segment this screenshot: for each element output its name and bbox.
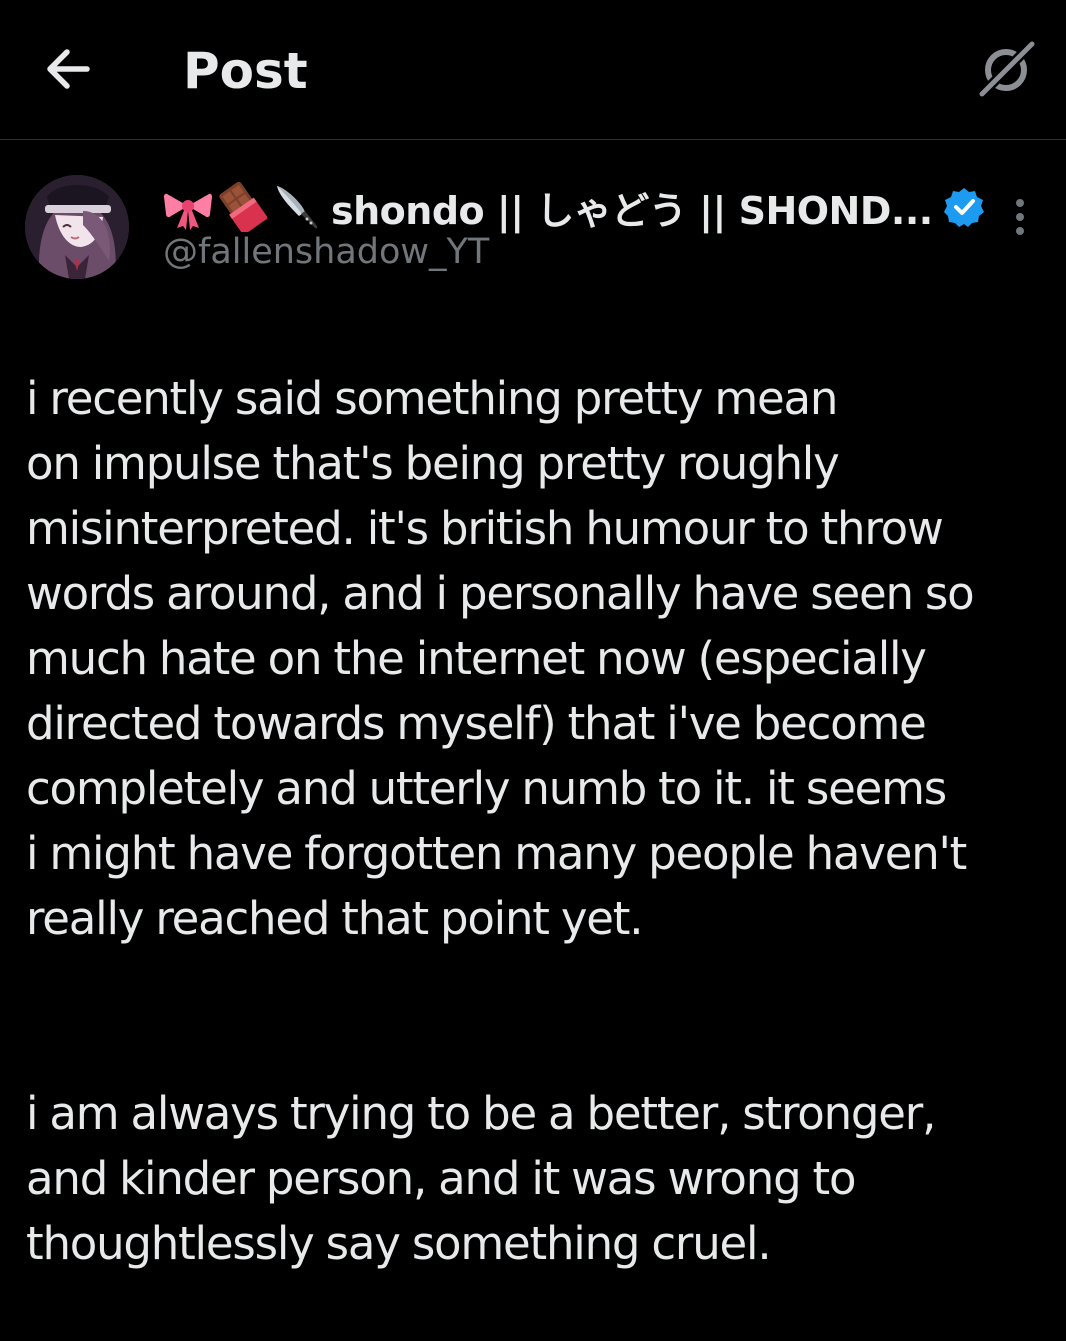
kitchen-knife-emoji-icon xyxy=(277,186,318,229)
page-title: Post xyxy=(183,42,308,100)
top-bar: Post xyxy=(0,0,1066,140)
display-name-row[interactable]: shondo || しゃどう || SHOND... xyxy=(163,178,985,236)
arrow-left-icon xyxy=(47,49,90,89)
post-author: shondo || しゃどう || SHOND... @fallenshadow… xyxy=(0,170,1066,285)
post-paragraph-2: i am always trying to be a better, stron… xyxy=(26,1087,936,1270)
verified-badge-icon[interactable] xyxy=(943,186,985,228)
display-name: shondo || しゃどう || SHOND... xyxy=(331,188,933,233)
user-handle[interactable]: @fallenshadow_YT xyxy=(163,230,489,274)
grok-button[interactable] xyxy=(970,34,1042,106)
back-button[interactable] xyxy=(38,40,96,98)
ribbon-emoji-icon xyxy=(164,193,212,230)
chocolate-bar-emoji-icon xyxy=(219,182,267,232)
avatar-image xyxy=(25,175,129,279)
more-vertical-icon xyxy=(1016,199,1024,235)
post-paragraph-1: i recently said something pretty mean on… xyxy=(26,372,975,945)
grok-icon xyxy=(976,40,1036,100)
post-text: i recently said something pretty mean on… xyxy=(26,301,1056,1341)
avatar[interactable] xyxy=(25,175,129,279)
more-options-button[interactable] xyxy=(1000,192,1040,242)
